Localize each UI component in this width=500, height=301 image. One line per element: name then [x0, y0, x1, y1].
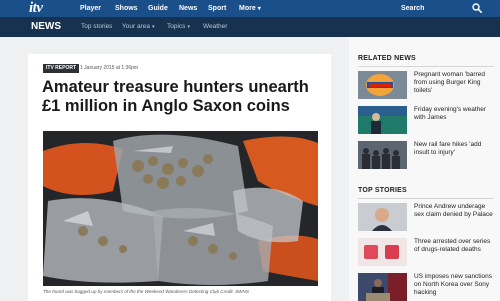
- itv-logo[interactable]: itv: [29, 1, 43, 16]
- section-title-news[interactable]: NEWS: [31, 17, 61, 37]
- nav-shows[interactable]: Shows: [115, 0, 138, 17]
- thumb-press-conference-icon[interactable]: [358, 273, 407, 301]
- thumb-pink-pills-icon[interactable]: [358, 238, 407, 266]
- divider: [358, 66, 494, 67]
- coin-hoard-photo: [43, 131, 318, 286]
- article-date: 1 January 2015 at 1:36pm: [80, 65, 139, 71]
- thumb-prince-andrew-icon[interactable]: [358, 203, 407, 231]
- top-story-link[interactable]: US imposes new sanctions on North Korea …: [414, 273, 496, 297]
- thumb-burger-king-icon[interactable]: [358, 71, 407, 99]
- thumb-commuters-icon[interactable]: [358, 141, 407, 169]
- itv-report-badge: ITV REPORT: [43, 64, 80, 73]
- nav-more-dropdown[interactable]: More: [239, 0, 261, 17]
- related-news-link[interactable]: Friday evening's weather with James: [414, 106, 496, 122]
- related-news-heading: RELATED NEWS: [358, 55, 416, 62]
- subnav-weather[interactable]: Weather: [203, 17, 227, 37]
- search-input[interactable]: [401, 3, 461, 14]
- nav-player[interactable]: Player: [80, 0, 101, 17]
- nav-guide[interactable]: Guide: [148, 0, 168, 17]
- photo-caption: The hoard was bagged up by members of th…: [43, 289, 249, 294]
- nav-news[interactable]: News: [179, 0, 197, 17]
- subnav-your-area[interactable]: Your area: [122, 17, 154, 37]
- thumb-weather-presenter-icon[interactable]: [358, 106, 407, 134]
- subnav-topics[interactable]: Topics: [167, 17, 190, 37]
- search-icon[interactable]: [472, 3, 482, 13]
- related-news-link[interactable]: New rail fare hikes 'add insult to injur…: [414, 141, 496, 157]
- related-news-link[interactable]: Pregnant woman 'barred from using Burger…: [414, 71, 496, 95]
- top-story-link[interactable]: Three arrested over series of drugs-rela…: [414, 238, 496, 254]
- top-story-link[interactable]: Prince Andrew underage sex claim denied …: [414, 203, 496, 219]
- top-stories-heading: TOP STORIES: [358, 187, 407, 194]
- news-sub-nav-bar: [0, 17, 500, 37]
- subnav-top-stories[interactable]: Top stories: [81, 17, 112, 37]
- divider: [358, 198, 494, 199]
- nav-sport[interactable]: Sport: [208, 0, 226, 17]
- article-headline: Amateur treasure hunters unearth £1 mill…: [42, 78, 309, 115]
